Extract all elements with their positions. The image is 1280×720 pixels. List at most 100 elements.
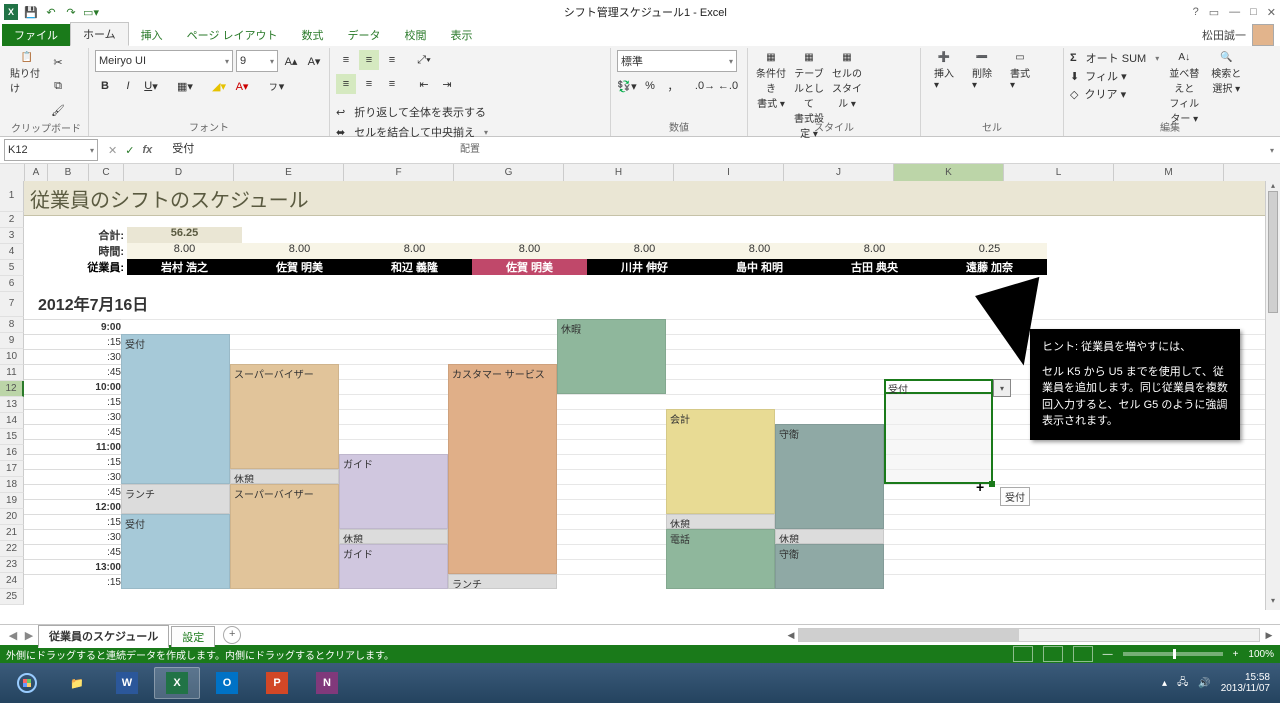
- col-header[interactable]: H: [564, 164, 674, 181]
- shrink-font-icon[interactable]: A▾: [304, 51, 324, 71]
- shift-block[interactable]: スーパーバイザー: [230, 364, 339, 469]
- zoom-in-icon[interactable]: +: [1233, 649, 1239, 660]
- align-middle-icon[interactable]: ≡: [359, 50, 379, 70]
- scroll-thumb[interactable]: [799, 629, 1019, 641]
- col-header[interactable]: C: [89, 164, 124, 181]
- page-layout-view-icon[interactable]: [1043, 646, 1063, 662]
- shift-block[interactable]: スーパーバイザー: [230, 484, 339, 589]
- row-header[interactable]: 22: [0, 541, 24, 557]
- column-headers[interactable]: A B C D E F G H I J K L M: [0, 164, 1280, 182]
- account-area[interactable]: 松田誠一: [1202, 24, 1280, 46]
- start-button[interactable]: [4, 667, 50, 699]
- maximize-icon[interactable]: □: [1250, 6, 1257, 19]
- shift-block[interactable]: ガイド: [339, 544, 448, 589]
- taskbar-word-icon[interactable]: W: [104, 667, 150, 699]
- align-top-icon[interactable]: ≡: [336, 50, 356, 70]
- add-sheet-button[interactable]: +: [223, 626, 241, 644]
- active-cell[interactable]: 受付: [884, 379, 993, 394]
- save-icon[interactable]: 💾: [24, 5, 38, 19]
- row-header[interactable]: 19: [0, 493, 24, 509]
- row-header[interactable]: 18: [0, 477, 24, 493]
- col-header[interactable]: B: [48, 164, 89, 181]
- fill-color-icon[interactable]: ◢▾: [209, 76, 229, 96]
- row-header[interactable]: 23: [0, 557, 24, 573]
- row-header[interactable]: 13: [0, 397, 24, 413]
- tab-file[interactable]: ファイル: [2, 24, 70, 46]
- row-header[interactable]: 8: [0, 317, 24, 333]
- grid[interactable]: 従業員のシフトのスケジュール 合計: 56.25 時間: 8.00 8.00 8…: [24, 181, 1266, 610]
- row-header[interactable]: 20: [0, 509, 24, 525]
- row-header[interactable]: 4: [0, 244, 24, 260]
- vertical-scrollbar[interactable]: ▴ ▾: [1265, 181, 1280, 610]
- fx-icon[interactable]: fx: [142, 144, 152, 157]
- ribbon-options-icon[interactable]: ▭: [1209, 6, 1219, 19]
- normal-view-icon[interactable]: [1013, 646, 1033, 662]
- tab-data[interactable]: データ: [336, 24, 393, 46]
- merge-center-button[interactable]: ⬌ セルを結合して中央揃え ▾: [336, 124, 488, 140]
- row-header[interactable]: 5: [0, 260, 24, 276]
- borders-icon[interactable]: ▦▾: [175, 76, 195, 96]
- shift-block[interactable]: 会計: [666, 409, 775, 514]
- expand-formula-icon[interactable]: ▾: [1264, 146, 1280, 155]
- font-name-combo[interactable]: Meiryo UI▾: [95, 50, 233, 72]
- tab-review[interactable]: 校閲: [393, 24, 439, 46]
- percent-format-icon[interactable]: %: [640, 76, 660, 96]
- shift-block[interactable]: 休暇: [557, 319, 666, 394]
- row-header[interactable]: 21: [0, 525, 24, 541]
- insert-cells-button[interactable]: ➕挿入 ▾: [927, 50, 961, 110]
- shift-block[interactable]: 休憩: [230, 469, 339, 484]
- font-color-icon[interactable]: A▾: [232, 76, 252, 96]
- shift-block[interactable]: 守衛: [775, 544, 884, 589]
- cancel-entry-icon[interactable]: ✕: [108, 144, 117, 157]
- shift-block[interactable]: ランチ: [448, 574, 557, 589]
- row-header[interactable]: 12: [0, 381, 24, 397]
- col-header[interactable]: J: [784, 164, 894, 181]
- scroll-down-icon[interactable]: ▾: [1266, 596, 1280, 610]
- wrap-text-button[interactable]: ↩ 折り返して全体を表示する: [336, 104, 488, 120]
- delete-cells-button[interactable]: ➖削除 ▾: [965, 50, 999, 110]
- sheet-tab[interactable]: 従業員のスケジュール: [38, 625, 169, 648]
- underline-icon[interactable]: U▾: [141, 76, 161, 96]
- comma-format-icon[interactable]: ，: [663, 76, 683, 96]
- shift-block[interactable]: 休憩: [666, 514, 775, 529]
- worksheet-area[interactable]: A B C D E F G H I J K L M 1 2 3 4 5 6 7 …: [0, 164, 1280, 624]
- row-header[interactable]: 6: [0, 276, 24, 292]
- row-header[interactable]: 25: [0, 589, 24, 605]
- row-header[interactable]: 1: [0, 181, 24, 212]
- fill-handle[interactable]: [989, 481, 995, 487]
- phonetic-icon[interactable]: ㇷ▾: [266, 76, 286, 96]
- close-icon[interactable]: ✕: [1267, 6, 1276, 19]
- sort-filter-button[interactable]: A↓並べ替えと フィルター ▾: [1167, 50, 1201, 110]
- col-header[interactable]: I: [674, 164, 784, 181]
- scroll-left-icon[interactable]: ◀: [784, 630, 798, 641]
- accounting-format-icon[interactable]: 💱▾: [617, 76, 637, 96]
- row-header[interactable]: 15: [0, 429, 24, 445]
- decrease-decimal-icon[interactable]: ←.0: [718, 76, 738, 96]
- format-as-table-button[interactable]: ▦テーブルとして 書式設定 ▾: [792, 50, 826, 110]
- row-header[interactable]: 7: [0, 292, 24, 317]
- row-header[interactable]: 9: [0, 333, 24, 349]
- zoom-slider[interactable]: [1123, 652, 1223, 656]
- align-bottom-icon[interactable]: ≡: [382, 50, 402, 70]
- shift-block[interactable]: 休憩: [339, 529, 448, 544]
- row-header[interactable]: 2: [0, 212, 24, 228]
- sheet-tab[interactable]: 設定: [171, 626, 215, 647]
- paste-button[interactable]: 📋 貼り付け: [10, 50, 44, 110]
- row-header[interactable]: 3: [0, 228, 24, 244]
- help-icon[interactable]: ?: [1193, 6, 1199, 19]
- clear-button[interactable]: ◇ クリア ▾: [1070, 86, 1159, 102]
- find-select-button[interactable]: 🔍検索と 選択 ▾: [1209, 50, 1243, 110]
- tab-insert[interactable]: 挿入: [129, 24, 175, 46]
- shift-block[interactable]: 休憩: [775, 529, 884, 544]
- system-tray[interactable]: ▴ 🖧 🔊 15:58 2013/11/07: [1162, 672, 1276, 694]
- col-header[interactable]: M: [1114, 164, 1224, 181]
- align-center-icon[interactable]: ≡: [359, 74, 379, 94]
- tab-view[interactable]: 表示: [439, 24, 485, 46]
- scroll-thumb[interactable]: [1268, 191, 1278, 313]
- row-header[interactable]: 17: [0, 461, 24, 477]
- taskbar-outlook-icon[interactable]: O: [204, 667, 250, 699]
- tab-page-layout[interactable]: ページ レイアウト: [175, 24, 290, 46]
- select-all-corner[interactable]: [0, 164, 25, 181]
- align-right-icon[interactable]: ≡: [382, 74, 402, 94]
- col-header[interactable]: L: [1004, 164, 1114, 181]
